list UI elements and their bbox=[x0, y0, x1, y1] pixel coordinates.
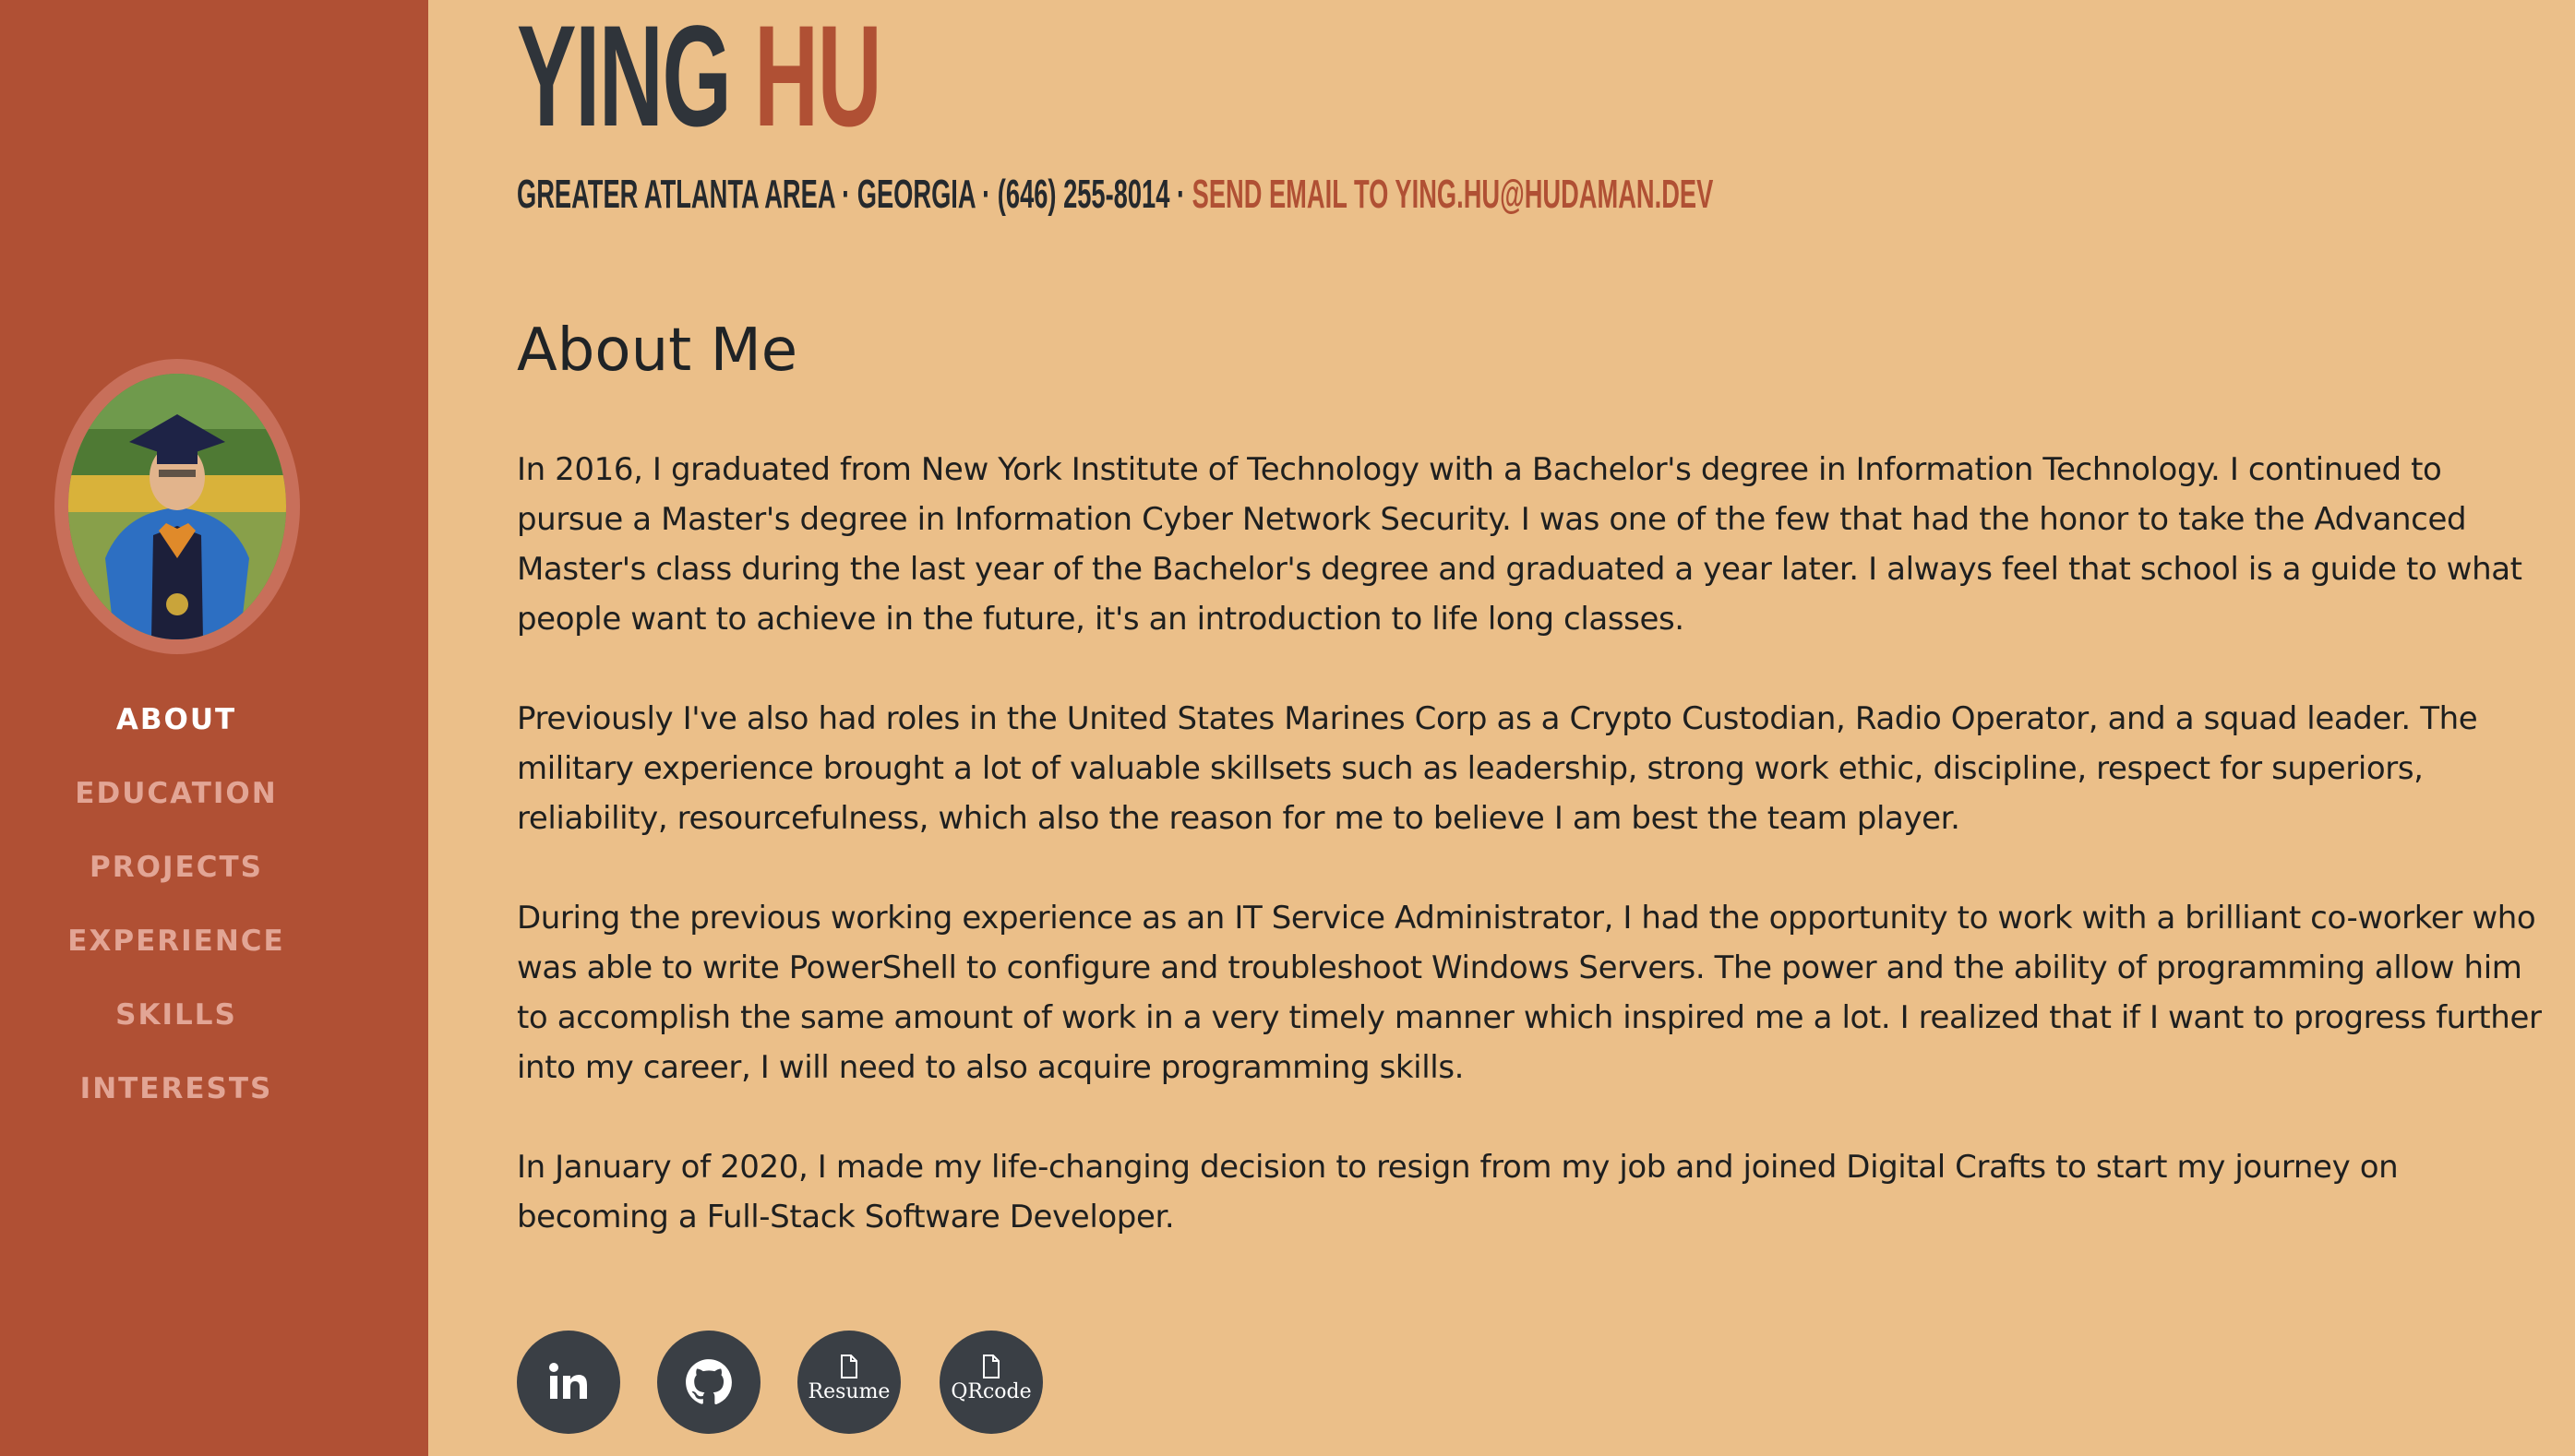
paragraph: During the previous working experience a… bbox=[517, 900, 2542, 1086]
email-link[interactable]: SEND EMAIL TO YING.HU@HUDAMAN.DEV bbox=[1192, 172, 1714, 217]
github-icon bbox=[686, 1359, 732, 1404]
nav-item-interests[interactable]: INTERESTS bbox=[0, 1052, 353, 1126]
avatar-frame bbox=[54, 359, 300, 654]
linkedin-icon bbox=[549, 1363, 587, 1399]
paragraph: In January of 2020, I made my life-chang… bbox=[517, 1149, 2399, 1235]
last-name: HU bbox=[754, 0, 881, 157]
section-title: About Me bbox=[517, 316, 798, 385]
nav-item-experience[interactable]: EXPERIENCE bbox=[0, 904, 353, 978]
nav-item-education[interactable]: EDUCATION bbox=[0, 757, 353, 830]
nav-item-about[interactable]: ABOUT bbox=[0, 683, 353, 757]
first-name: YING bbox=[517, 0, 732, 157]
linkedin-button[interactable] bbox=[517, 1331, 620, 1434]
resume-button[interactable]: Resume bbox=[797, 1331, 901, 1434]
avatar bbox=[68, 374, 286, 639]
nav-item-skills[interactable]: SKILLS bbox=[0, 978, 353, 1052]
resume-label: Resume bbox=[808, 1380, 891, 1403]
paragraph: Previously I've also had roles in the Un… bbox=[517, 700, 2478, 837]
paragraph: In 2016, I graduated from New York Insti… bbox=[517, 451, 2522, 638]
contact-line: GREATER ATLANTA AREA · GEORGIA · (646) 2… bbox=[517, 170, 1713, 220]
sidebar: ABOUT EDUCATION PROJECTS EXPERIENCE SKIL… bbox=[0, 0, 428, 1456]
qrcode-label: QRcode bbox=[951, 1380, 1032, 1403]
location-phone: GREATER ATLANTA AREA · GEORGIA · (646) 2… bbox=[517, 172, 1186, 217]
github-button[interactable] bbox=[657, 1331, 761, 1434]
nav-item-projects[interactable]: PROJECTS bbox=[0, 830, 353, 904]
qrcode-button[interactable]: QRcode bbox=[940, 1331, 1043, 1434]
page-title: YING HU bbox=[517, 5, 882, 149]
sidebar-nav: ABOUT EDUCATION PROJECTS EXPERIENCE SKIL… bbox=[0, 683, 353, 1126]
about-text: In 2016, I graduated from New York Insti… bbox=[517, 445, 2557, 1292]
file-icon bbox=[841, 1355, 857, 1378]
file-icon bbox=[983, 1355, 1000, 1378]
